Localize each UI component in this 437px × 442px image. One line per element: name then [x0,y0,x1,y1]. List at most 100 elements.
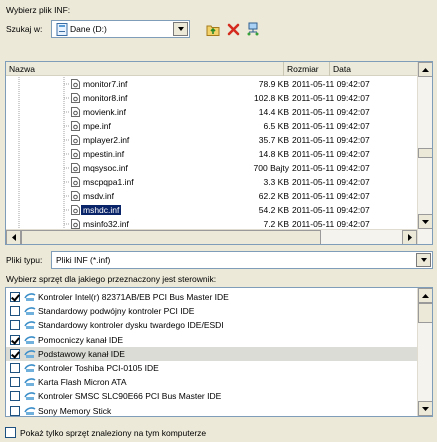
scroll-right-button[interactable] [402,230,417,244]
hardware-label: Wybierz sprzęt dla jakiego przeznaczony … [6,274,217,284]
hardware-checkbox[interactable] [10,405,20,416]
column-header-size[interactable]: Rozmiar [284,62,330,76]
hardware-checkbox[interactable] [10,320,20,331]
inf-file-icon [71,177,80,187]
controller-icon [24,335,36,344]
file-name[interactable]: mscpqpa1.inf [81,177,136,187]
inf-file-icon [71,191,80,201]
hardware-checkbox[interactable] [10,334,20,345]
folder-up-button[interactable] [205,21,221,37]
inf-file-icon [71,121,80,131]
file-name[interactable]: msinfo32.inf [81,219,131,229]
column-header-name[interactable]: Nazwa [6,62,284,76]
file-size: 3.3 KB [263,177,289,187]
file-list-header: Nazwa Rozmiar Data [6,62,432,76]
hardware-checkbox[interactable] [10,348,20,359]
file-name[interactable]: mshdc.inf [81,205,122,215]
file-list-vscrollbar[interactable] [417,62,432,244]
delete-icon [227,23,239,35]
file-row[interactable]: movienk.inf 14.4 KB 2011-05-11 09:42:07 [6,105,426,119]
look-in-label: Szukaj w: [6,24,43,34]
controller-icon [24,293,36,301]
hardware-row[interactable]: Standardowy kontroler dysku twardego IDE… [6,318,424,332]
arrow-down-icon [422,406,429,411]
arrow-up-icon [422,293,429,298]
file-name[interactable]: monitor8.inf [81,93,129,103]
hw-scroll-down-button[interactable] [418,401,432,416]
file-list-hscrollbar[interactable] [6,229,417,244]
file-row[interactable]: msdv.inf 62.2 KB 2011-05-11 09:42:07 [6,189,426,203]
tree-lines [18,147,70,161]
inf-file-icon [71,163,80,173]
inf-file-icon [71,219,80,229]
file-row[interactable]: monitor7.inf 78.9 KB 2011-05-11 09:42:07 [6,77,426,91]
hardware-label-text: Karta Flash Micron ATA [38,377,127,388]
file-row[interactable]: mplayer2.inf 35.7 KB 2011-05-11 09:42:07 [6,133,426,147]
scroll-up-button[interactable] [418,62,432,77]
hscroll-thumb[interactable] [21,230,321,244]
file-type-dropdown-button[interactable] [416,253,431,267]
file-size: 14.4 KB [258,107,289,117]
tree-lines [18,203,70,217]
look-in-combo[interactable]: Dane (D:) [51,20,190,38]
hardware-checkbox[interactable] [10,363,20,373]
file-date: 2011-05-11 09:42:07 [292,93,370,103]
hardware-checkbox[interactable] [10,377,20,388]
file-date: 2011-05-11 09:42:07 [292,135,370,145]
arrow-down-icon [422,219,429,224]
chevron-down-icon [420,258,427,262]
arrow-up-icon [422,67,429,72]
file-row[interactable]: mscpqpa1.inf 3.3 KB 2011-05-11 09:42:07 [6,175,426,189]
file-name[interactable]: movienk.inf [81,107,128,117]
file-type-combo[interactable]: Pliki INF (*.inf) [51,251,433,269]
delete-button[interactable] [225,21,241,37]
show-only-checkbox[interactable] [5,427,16,438]
hardware-list[interactable]: Kontroler Intel(r) 82371AB/EB PCI Bus Ma… [5,287,433,417]
hw-scroll-up-button[interactable] [418,288,432,303]
hardware-row[interactable]: Standardowy podwójny kontroler PCI IDE [6,304,424,318]
file-size: 35.7 KB [258,135,289,145]
network-button[interactable] [245,21,261,37]
hardware-list-vscrollbar[interactable] [417,288,432,416]
hardware-row[interactable]: Podstawowy kanał IDE [6,346,424,361]
file-name[interactable]: mplayer2.inf [81,135,131,145]
drive-icon [56,23,68,36]
controller-icon [24,350,36,358]
file-row[interactable]: mqsysoc.inf 700 Bajty 2011-05-11 09:42:07 [6,161,426,175]
column-header-date[interactable]: Data [330,62,419,76]
scroll-down-button[interactable] [418,214,432,229]
file-row[interactable]: mpe.inf 6.5 KB 2011-05-11 09:42:07 [6,119,426,133]
show-only-label[interactable]: Pokaż tylko sprzęt znaleziony na tym kom… [20,428,206,438]
dialog-title-label: Wybierz plik INF: [6,5,71,15]
file-name[interactable]: mqsysoc.inf [81,163,130,173]
tree-lines [18,175,70,189]
hardware-row[interactable]: Kontroler Intel(r) 82371AB/EB PCI Bus Ma… [6,290,424,304]
file-row[interactable]: mshdc.inf 54.2 KB 2011-05-11 09:42:07 [6,203,426,217]
file-name[interactable]: mpestin.inf [81,149,126,159]
controller-icon [24,406,36,415]
file-row[interactable]: mpestin.inf 14.8 KB 2011-05-11 09:42:07 [6,147,426,161]
inf-file-icon [71,79,80,89]
look-in-dropdown-button[interactable] [173,22,188,36]
hardware-row[interactable]: Sony Memory Stick [6,404,424,416]
hardware-checkbox[interactable] [10,292,20,302]
file-name[interactable]: msdv.inf [81,191,116,201]
file-size: 7.2 KB [263,219,289,229]
file-name[interactable]: monitor7.inf [81,79,129,89]
tree-lines [18,119,70,133]
file-row[interactable]: monitor8.inf 102.8 KB 2011-05-11 09:42:07 [6,91,426,105]
hardware-checkbox[interactable] [10,306,20,317]
tree-lines [18,105,70,119]
hardware-row[interactable]: Karta Flash Micron ATA [6,375,424,389]
hardware-row[interactable]: Kontroler Toshiba PCI-0105 IDE [6,361,424,375]
hardware-row[interactable]: Kontroler SMSC SLC90E66 PCI Bus Master I… [6,389,424,403]
file-date: 2011-05-11 09:42:07 [292,149,370,159]
hardware-row[interactable]: Pomocniczy kanał IDE [6,333,424,347]
scroll-left-button[interactable] [6,230,21,244]
scroll-thumb[interactable] [418,148,432,158]
file-name[interactable]: mpe.inf [81,121,113,131]
hardware-checkbox[interactable] [10,391,20,402]
chevron-down-icon [177,27,184,31]
file-list[interactable]: Nazwa Rozmiar Data monitor7.inf 78.9 KB 20… [5,61,433,245]
hw-scroll-thumb[interactable] [418,303,432,323]
